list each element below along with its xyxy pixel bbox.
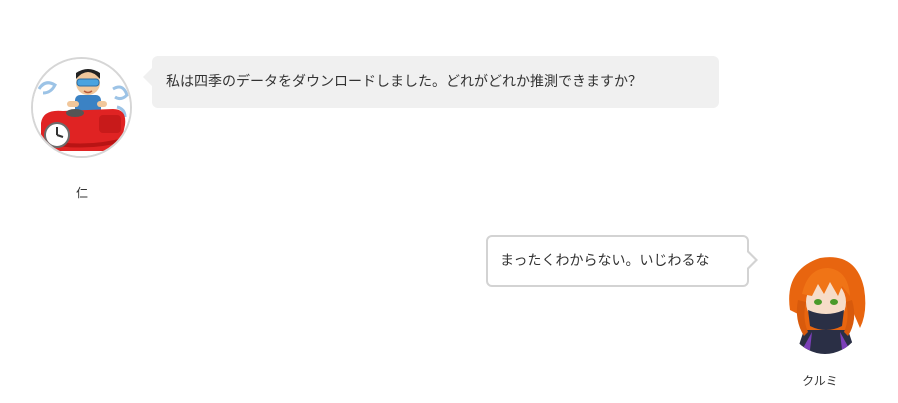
orange-haired-masked-character-icon bbox=[782, 250, 868, 354]
bubble-tail-fill bbox=[747, 252, 755, 268]
author-name: クルミ bbox=[802, 374, 838, 388]
message-text: まったくわからない。いじわるな bbox=[500, 253, 710, 269]
message-text: 私は四季のデータをダウンロードしました。どれがどれか推測できますか？ bbox=[166, 74, 642, 90]
message-bubble-outgoing: まったくわからない。いじわるな bbox=[486, 235, 758, 287]
chat-thread: 仁 私は四季のデータをダウンロードしました。どれがどれか推測できますか？ まった… bbox=[0, 0, 898, 403]
driver-in-red-bumper-car-icon bbox=[33, 59, 130, 156]
bubble-tail bbox=[143, 68, 152, 86]
author-name: 仁 bbox=[75, 186, 88, 200]
user-avatar-kurumi[interactable] bbox=[782, 250, 868, 354]
user-avatar-jin[interactable] bbox=[31, 57, 132, 158]
message-bubble-incoming: 私は四季のデータをダウンロードしました。どれがどれか推測できますか？ bbox=[143, 56, 719, 108]
